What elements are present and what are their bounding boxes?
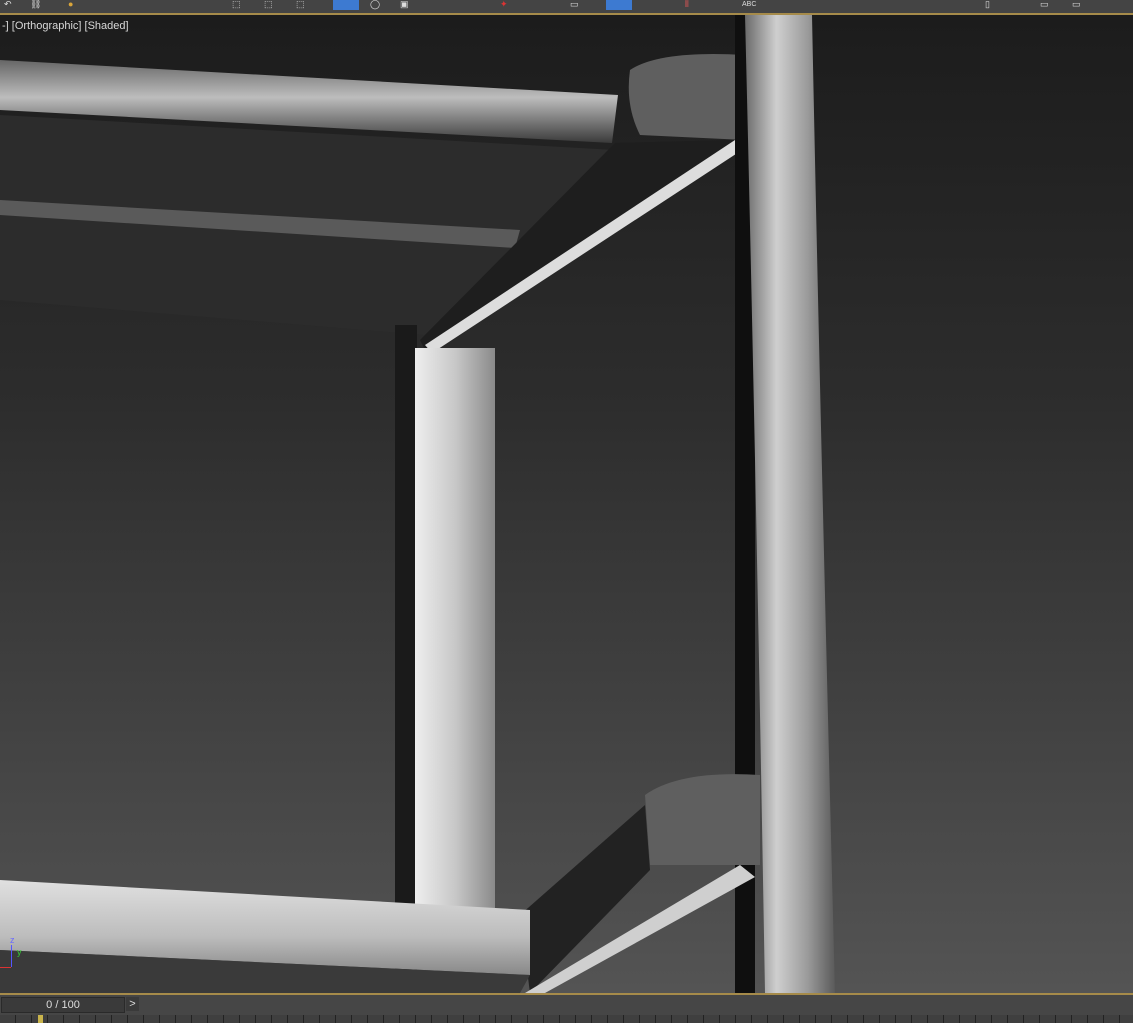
scale-icon[interactable]: ▣ (400, 0, 409, 9)
render-setup-icon[interactable]: ▯ (985, 0, 990, 9)
pivot-icon[interactable]: ✦ (500, 0, 508, 9)
mirror-icon[interactable]: ⫴ (685, 0, 689, 9)
keyframe-marker[interactable] (38, 1015, 43, 1023)
link-icon[interactable]: ⛓ (30, 0, 41, 9)
axis-z-line (11, 945, 12, 967)
axis-y-label: y (17, 947, 22, 957)
viewport-orthographic[interactable]: -] [Orthographic] [Shaded] z y (0, 15, 1133, 993)
select-icon[interactable]: ⬚ (296, 0, 305, 9)
track-bar[interactable] (0, 1015, 1133, 1023)
render-icon[interactable]: ▭ (1072, 0, 1081, 9)
bottom-connector (645, 774, 760, 865)
render-frame-icon[interactable]: ▭ (1040, 0, 1049, 9)
time-slider-bar: 0 / 100 > (0, 993, 1133, 1023)
select-region-icon[interactable]: ⬚ (232, 0, 241, 9)
scene-geometry (0, 15, 835, 993)
inner-post (415, 348, 495, 938)
top-connector (628, 54, 745, 140)
time-slider[interactable]: 0 / 100 (1, 997, 125, 1013)
viewport-label[interactable]: -] [Orthographic] [Shaded] (2, 20, 129, 32)
next-frame-button[interactable]: > (126, 997, 139, 1011)
angle-snap-button[interactable] (606, 0, 632, 10)
axis-z-label: z (10, 935, 15, 945)
abc-spell-button[interactable]: ABC (742, 0, 756, 9)
bind-icon[interactable]: ● (68, 0, 73, 9)
window-crossing-icon[interactable]: ⬚ (264, 0, 273, 9)
snap-icon[interactable]: ▭ (570, 0, 579, 9)
move-tool-button[interactable] (333, 0, 359, 10)
axis-x-line (0, 967, 11, 968)
rotate-icon[interactable]: ◯ (370, 0, 380, 9)
main-toolbar: ↶ ⛓ ● ⬚ ⬚ ⬚ ◯ ▣ ✦ ▭ ⫴ ABC ▯ ▭ ▭ (0, 0, 1133, 13)
undo-icon[interactable]: ↶ (4, 0, 12, 9)
